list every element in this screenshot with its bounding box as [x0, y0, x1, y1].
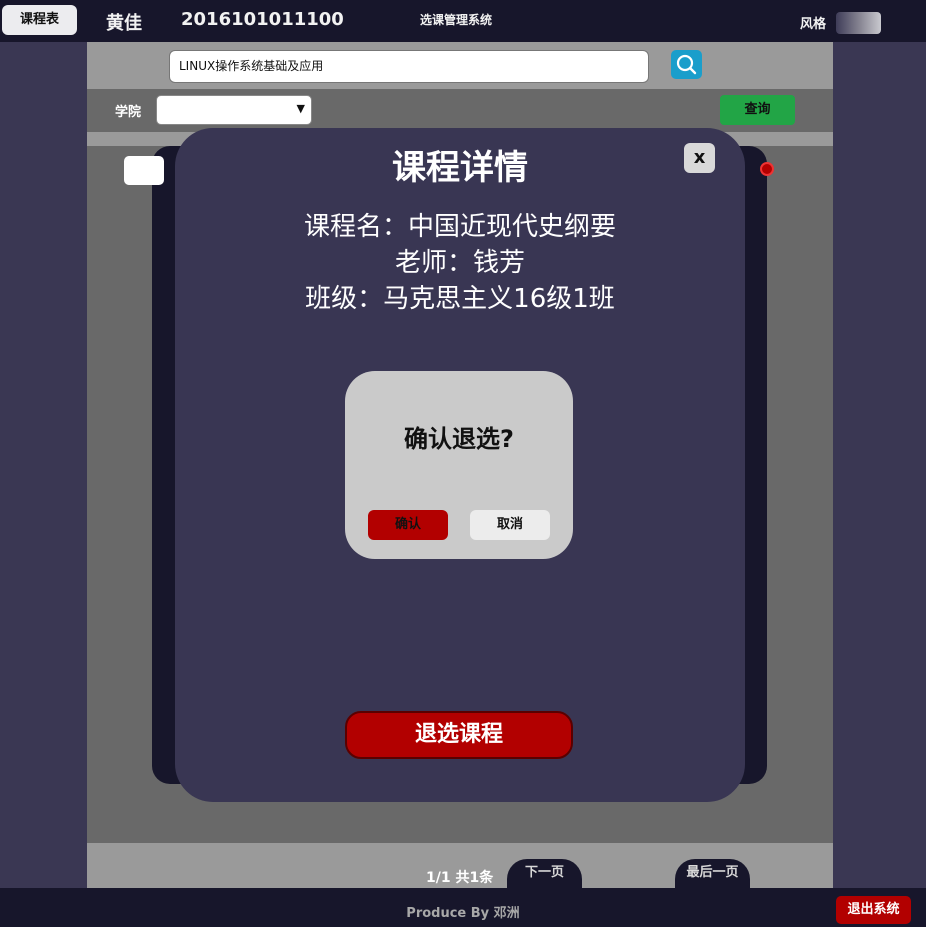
filter-row: 学院 ▼ 查询 — [87, 89, 833, 132]
confirm-ok-button[interactable]: 确认 — [368, 510, 448, 540]
confirm-cancel-button[interactable]: 取消 — [470, 510, 550, 540]
search-icon — [676, 54, 697, 75]
college-select[interactable]: ▼ — [156, 95, 312, 125]
footer: Produce By 邓洲 退出系统 — [0, 888, 926, 927]
schedule-button[interactable]: 课程表 — [2, 5, 77, 35]
search-row: LINUX操作系统基础及应用 — [87, 42, 833, 89]
close-button[interactable]: x — [684, 143, 715, 173]
next-page-button[interactable]: 下一页 — [507, 859, 582, 889]
confirm-dialog: 确认退选? 确认 取消 — [345, 371, 573, 559]
search-button[interactable] — [671, 50, 702, 79]
last-page-button[interactable]: 最后一页 — [675, 859, 750, 889]
student-id: 2016101011100 — [181, 9, 344, 30]
page-info: 1/1 共1条 — [426, 870, 494, 886]
system-title: 选课管理系统 — [420, 13, 493, 27]
drop-course-button[interactable]: 退选课程 — [345, 711, 573, 759]
style-label: 风格 — [800, 17, 827, 32]
teacher-name: 老师：钱芳 — [394, 248, 525, 278]
student-name: 黄佳 — [106, 13, 142, 34]
query-button[interactable]: 查询 — [720, 95, 795, 125]
search-input[interactable]: LINUX操作系统基础及应用 — [169, 50, 649, 83]
course-detail-modal: 课程详情 x 课程名：中国近现代史纲要 老师：钱芳 班级：马克思主义16级1班 … — [175, 128, 745, 802]
modal-title: 课程详情 — [392, 148, 528, 188]
card-white-tab — [124, 156, 164, 185]
exit-system-button[interactable]: 退出系统 — [836, 896, 911, 924]
pagination-bar: 1/1 共1条 下一页 最后一页 — [87, 843, 833, 889]
chevron-down-icon: ▼ — [296, 102, 305, 115]
footer-credit: Produce By 邓洲 — [406, 906, 520, 921]
course-name: 课程名：中国近现代史纲要 — [303, 212, 616, 242]
top-bar: 课程表 黄佳 2016101011100 选课管理系统 风格 — [0, 0, 926, 42]
style-toggle[interactable] — [836, 12, 881, 34]
class-name: 班级：马克思主义16级1班 — [305, 284, 615, 314]
college-label: 学院 — [115, 105, 142, 120]
card-red-dot-icon — [760, 162, 774, 176]
confirm-question: 确认退选? — [404, 425, 514, 453]
